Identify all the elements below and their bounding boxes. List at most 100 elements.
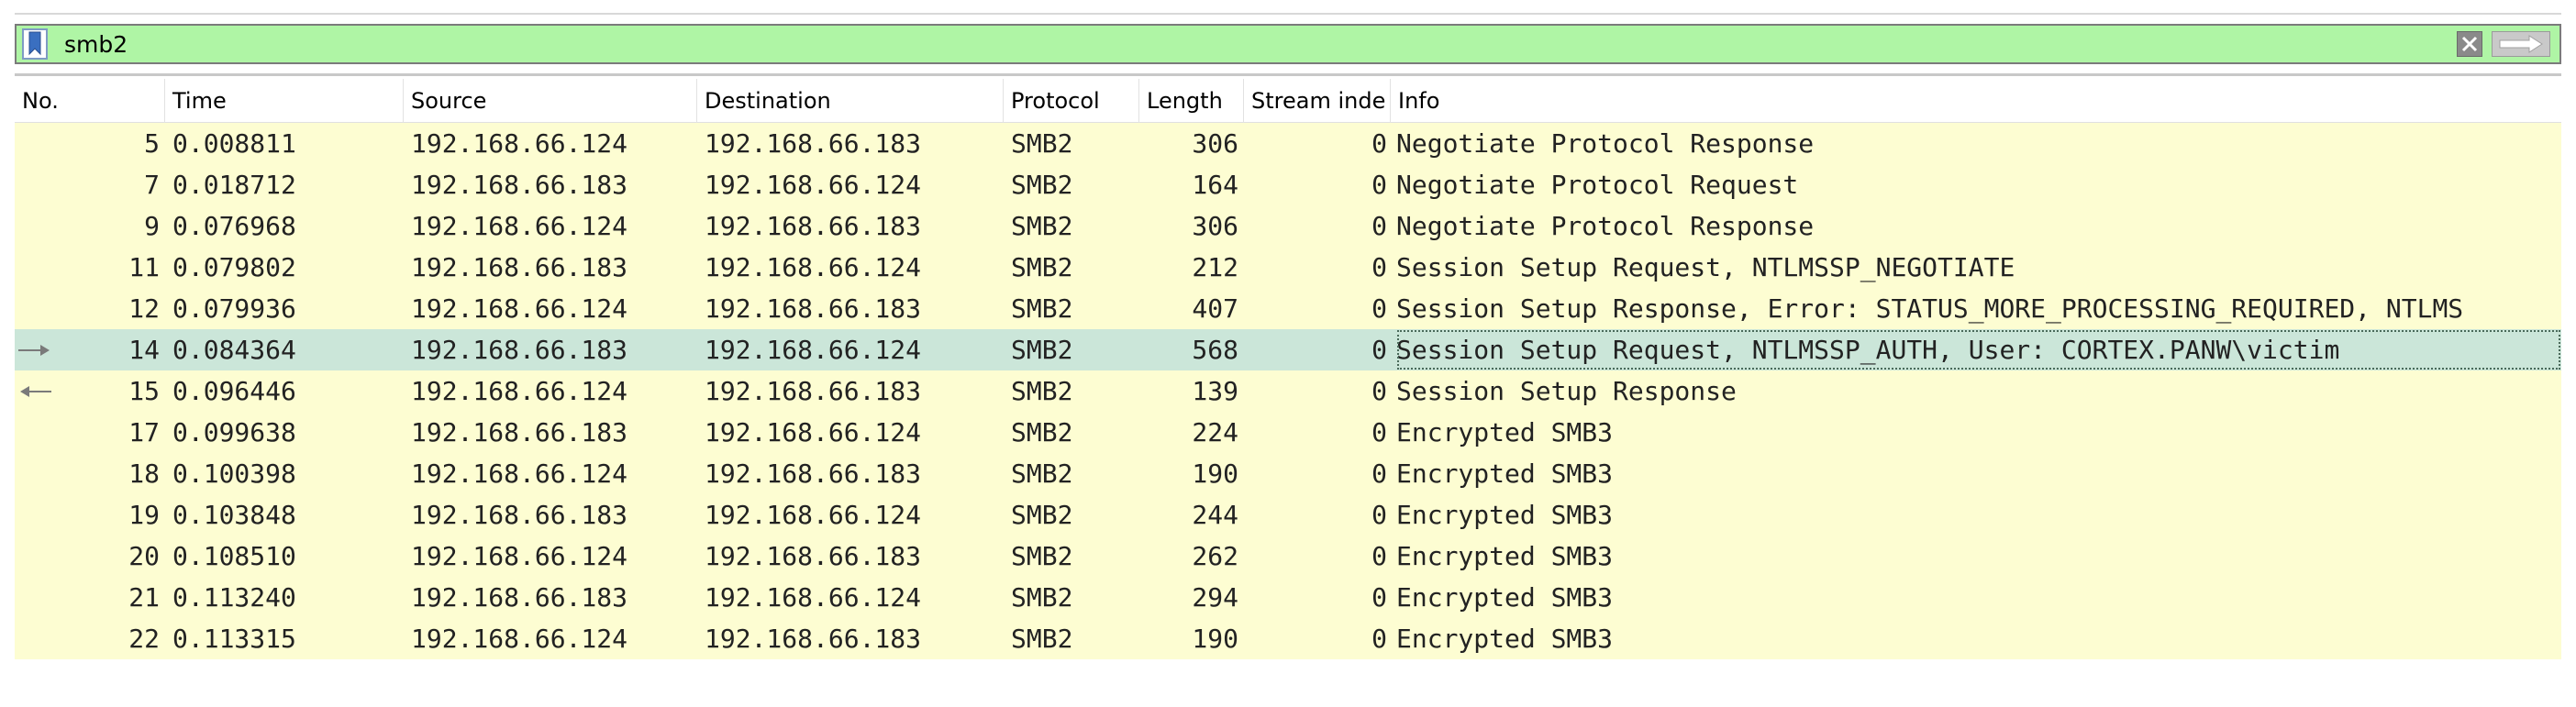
- column-header-destination[interactable]: Destination: [697, 79, 1004, 123]
- cell-source: 192.168.66.183: [411, 500, 628, 530]
- cell-stream-index: 0: [1371, 128, 1387, 159]
- cell-length: 190: [1192, 458, 1238, 489]
- cell-destination: 192.168.66.183: [705, 376, 922, 406]
- cell-info: Encrypted SMB3: [1396, 582, 1614, 613]
- packet-row[interactable]: 12 0.079936 192.168.66.124 192.168.66.183 SM…: [15, 288, 2561, 329]
- column-header-time[interactable]: Time: [165, 79, 404, 123]
- cell-info: Negotiate Protocol Response: [1396, 128, 1815, 159]
- clear-filter-icon[interactable]: [2457, 31, 2482, 57]
- cell-destination: 192.168.66.183: [705, 458, 922, 489]
- cell-stream-index: 0: [1371, 624, 1387, 654]
- cell-length: 224: [1192, 417, 1238, 447]
- cell-info: Session Setup Response: [1396, 376, 1737, 406]
- cell-destination: 192.168.66.124: [705, 417, 922, 447]
- cell-length: 190: [1192, 624, 1238, 654]
- cell-protocol: SMB2: [1011, 128, 1073, 159]
- cell-length: 407: [1192, 293, 1238, 324]
- cell-protocol: SMB2: [1011, 417, 1073, 447]
- packet-row[interactable]: 21 0.113240 192.168.66.183 192.168.66.124 SM…: [15, 577, 2561, 618]
- display-filter-input[interactable]: [64, 29, 2449, 59]
- cell-stream-index: 0: [1371, 335, 1387, 365]
- cell-time: 0.108510: [172, 541, 296, 571]
- cell-stream-index: 0: [1371, 541, 1387, 571]
- column-header-protocol[interactable]: Protocol: [1004, 79, 1139, 123]
- column-header-length[interactable]: Length: [1139, 79, 1244, 123]
- cell-protocol: SMB2: [1011, 170, 1073, 200]
- cell-source: 192.168.66.183: [411, 170, 628, 200]
- cell-protocol: SMB2: [1011, 335, 1073, 365]
- packet-row[interactable]: 20 0.108510 192.168.66.124 192.168.66.183 SM…: [15, 536, 2561, 577]
- cell-no: 19: [128, 500, 160, 530]
- packet-list: 5 0.008811 192.168.66.124 192.168.66.183 SMB…: [15, 123, 2561, 659]
- column-header-stream-index[interactable]: Stream inde: [1244, 79, 1391, 123]
- cell-stream-index: 0: [1371, 500, 1387, 530]
- cell-source: 192.168.66.183: [411, 417, 628, 447]
- cell-destination: 192.168.66.124: [705, 252, 922, 282]
- cell-source: 192.168.66.183: [411, 335, 628, 365]
- cell-destination: 192.168.66.124: [705, 500, 922, 530]
- cell-source: 192.168.66.124: [411, 624, 628, 654]
- cell-protocol: SMB2: [1011, 500, 1073, 530]
- pane-divider[interactable]: [15, 73, 2561, 76]
- packet-row[interactable]: 22 0.113315 192.168.66.124 192.168.66.183 SM…: [15, 618, 2561, 659]
- packet-list-header: No. Time Source Destination Protocol Len…: [15, 79, 2561, 123]
- cell-info: Negotiate Protocol Response: [1396, 211, 1815, 241]
- cell-length: 306: [1192, 211, 1238, 241]
- cell-length: 244: [1192, 500, 1238, 530]
- cell-time: 0.084364: [172, 335, 296, 365]
- packet-row[interactable]: 15 0.096446 192.168.66.124 192.168.66.183 SM…: [15, 370, 2561, 412]
- cell-no: 9: [144, 211, 160, 241]
- cell-protocol: SMB2: [1011, 211, 1073, 241]
- column-header-source[interactable]: Source: [404, 79, 697, 123]
- cell-source: 192.168.66.124: [411, 458, 628, 489]
- packet-row[interactable]: 17 0.099638 192.168.66.183 192.168.66.124 SM…: [15, 412, 2561, 453]
- cell-protocol: SMB2: [1011, 541, 1073, 571]
- cell-info: Encrypted SMB3: [1396, 541, 1614, 571]
- cell-source: 192.168.66.124: [411, 541, 628, 571]
- cell-time: 0.079936: [172, 293, 296, 324]
- cell-time: 0.100398: [172, 458, 296, 489]
- toolbar-divider: [15, 13, 2561, 15]
- cell-time: 0.113240: [172, 582, 296, 613]
- cell-destination: 192.168.66.183: [705, 624, 922, 654]
- cell-time: 0.103848: [172, 500, 296, 530]
- cell-info: Session Setup Request, NTLMSSP_AUTH, Use…: [1396, 329, 2561, 370]
- cell-length: 568: [1192, 335, 1238, 365]
- column-header-no[interactable]: No.: [15, 79, 165, 123]
- filter-bookmark-icon[interactable]: [22, 28, 48, 60]
- cell-source: 192.168.66.124: [411, 293, 628, 324]
- cell-stream-index: 0: [1371, 376, 1387, 406]
- request-arrow-icon: [18, 345, 50, 356]
- packet-row[interactable]: 11 0.079802 192.168.66.183 192.168.66.124 SM…: [15, 247, 2561, 288]
- cell-length: 139: [1192, 376, 1238, 406]
- cell-source: 192.168.66.183: [411, 252, 628, 282]
- apply-filter-arrow-icon[interactable]: [2492, 31, 2550, 57]
- display-filter-bar: [15, 24, 2561, 64]
- packet-row[interactable]: 7 0.018712 192.168.66.183 192.168.66.124 SMB…: [15, 164, 2561, 205]
- cell-time: 0.079802: [172, 252, 296, 282]
- cell-info: Session Setup Request, NTLMSSP_NEGOTIATE: [1396, 252, 2015, 282]
- cell-no: 21: [128, 582, 160, 613]
- cell-source: 192.168.66.124: [411, 376, 628, 406]
- column-header-info[interactable]: Info: [1391, 79, 2561, 123]
- packet-row[interactable]: 5 0.008811 192.168.66.124 192.168.66.183 SMB…: [15, 123, 2561, 164]
- cell-time: 0.018712: [172, 170, 296, 200]
- cell-source: 192.168.66.183: [411, 582, 628, 613]
- cell-stream-index: 0: [1371, 170, 1387, 200]
- packet-row[interactable]: 9 0.076968 192.168.66.124 192.168.66.183 SMB…: [15, 205, 2561, 247]
- cell-length: 262: [1192, 541, 1238, 571]
- cell-length: 164: [1192, 170, 1238, 200]
- cell-info: Encrypted SMB3: [1396, 624, 1614, 654]
- packet-row[interactable]: 14 0.084364 192.168.66.183 192.168.66.124 SM…: [15, 329, 2561, 370]
- cell-destination: 192.168.66.183: [705, 211, 922, 241]
- cell-source: 192.168.66.124: [411, 128, 628, 159]
- cell-protocol: SMB2: [1011, 624, 1073, 654]
- packet-row[interactable]: 18 0.100398 192.168.66.124 192.168.66.183 SM…: [15, 453, 2561, 494]
- cell-destination: 192.168.66.183: [705, 293, 922, 324]
- cell-no: 11: [128, 252, 160, 282]
- cell-no: 22: [128, 624, 160, 654]
- cell-protocol: SMB2: [1011, 458, 1073, 489]
- packet-row[interactable]: 19 0.103848 192.168.66.183 192.168.66.124 SM…: [15, 494, 2561, 536]
- cell-length: 294: [1192, 582, 1238, 613]
- cell-destination: 192.168.66.124: [705, 335, 922, 365]
